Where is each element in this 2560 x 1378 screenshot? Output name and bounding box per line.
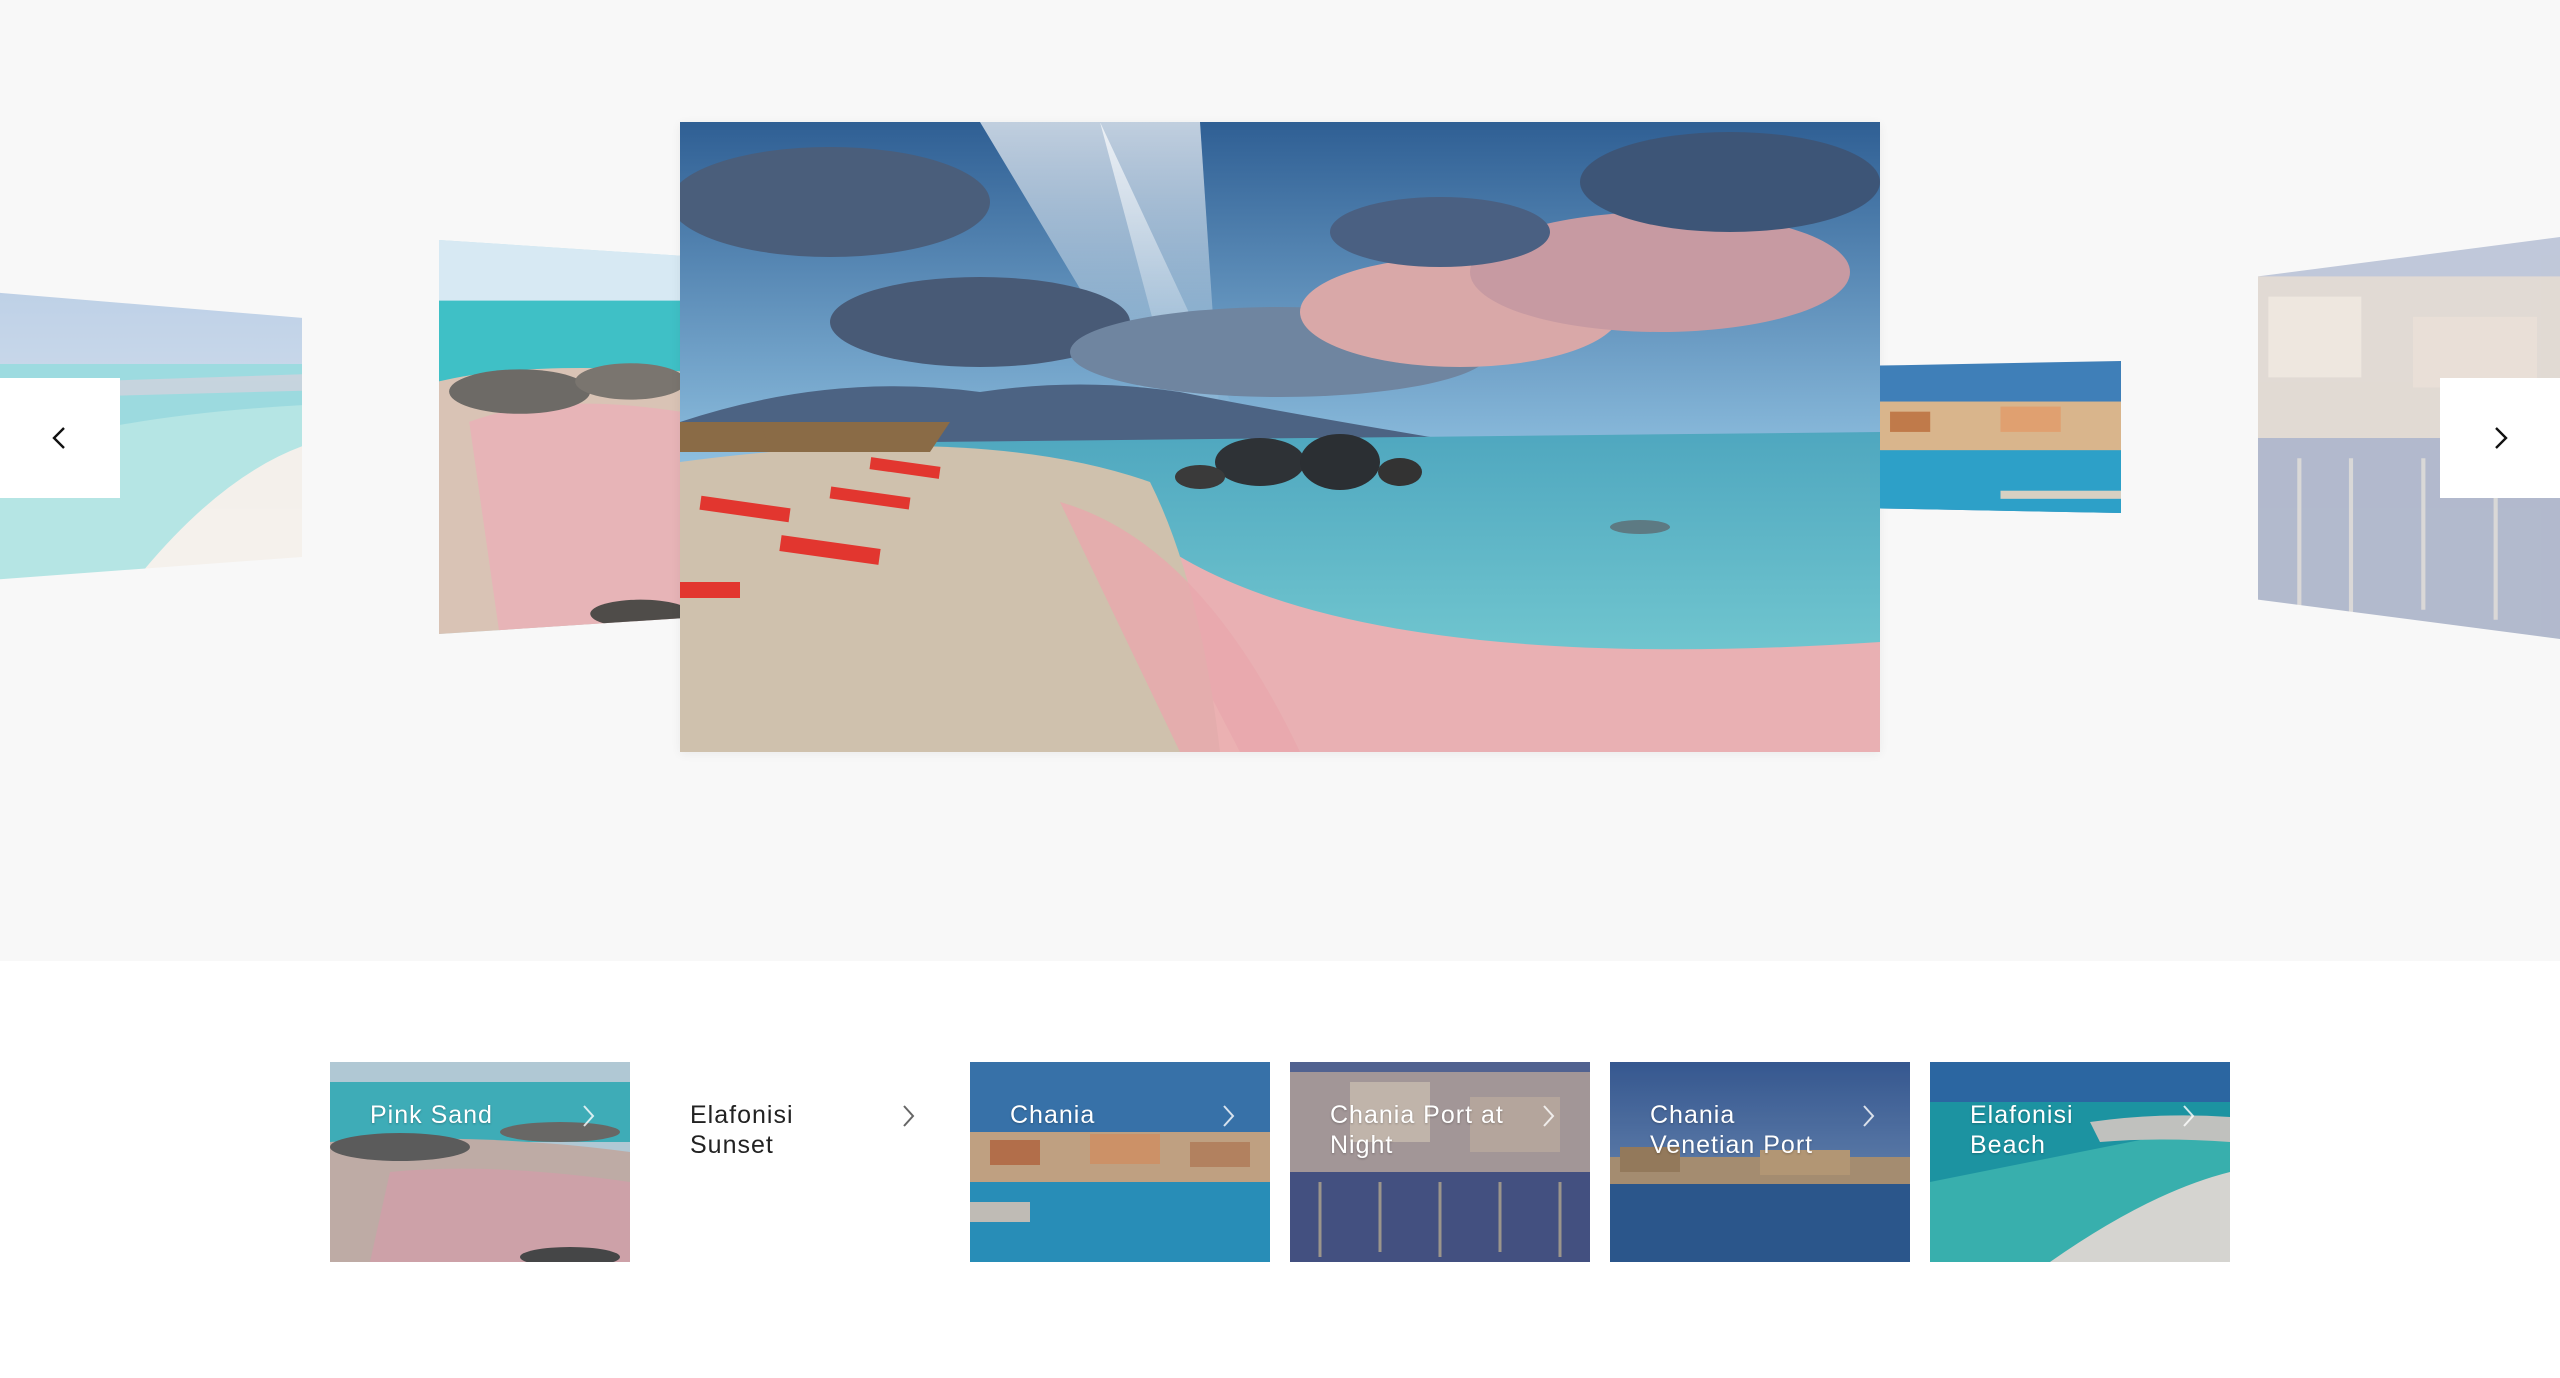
thumbnail-label: Elafonisi Sunset (690, 1101, 794, 1159)
thumbnail-shade (1610, 1062, 1910, 1262)
thumbnail-shade (970, 1062, 1270, 1262)
slide-elafonisi-sunset[interactable] (680, 122, 1880, 752)
thumbnail-shade (330, 1062, 630, 1262)
thumbnail-label: Chania Venetian Port (1650, 1101, 1814, 1159)
chevron-right-icon (2495, 427, 2508, 449)
chevron-right-icon (1863, 1105, 1875, 1127)
carousel-stage (0, 0, 2560, 961)
thumbnail-shade (1930, 1062, 2230, 1262)
slide-image (1880, 361, 2121, 513)
chevron-right-icon (2183, 1105, 2195, 1127)
thumbnail-shade (1290, 1062, 1590, 1262)
chevron-left-icon (52, 427, 65, 449)
thumbnail-chania[interactable]: Chania (970, 1062, 1270, 1262)
chevron-right-icon (1543, 1105, 1555, 1127)
thumbnail-label: Chania Port at Night (1330, 1101, 1504, 1159)
thumbnail-chania-port-at-night[interactable]: Chania Port at Night (1290, 1062, 1590, 1262)
thumbnail-pink-sand[interactable]: Pink Sand (330, 1062, 630, 1262)
thumbnail-elafonisi-sunset[interactable]: Elafonisi Sunset (650, 1062, 950, 1262)
carousel-next-button[interactable] (2440, 378, 2560, 498)
slide-pink-sand[interactable] (439, 240, 681, 634)
slide-image (439, 240, 681, 634)
thumbnail-chania-venetian-port[interactable]: Chania Venetian Port (1610, 1062, 1910, 1262)
chevron-right-icon (1223, 1105, 1235, 1127)
thumbnail-elafonisi-beach[interactable]: Elafonisi Beach (1930, 1062, 2230, 1262)
chevron-right-icon (903, 1105, 915, 1127)
slide-chania[interactable] (1880, 361, 2121, 513)
thumbnail-label: Chania (1010, 1101, 1096, 1129)
thumbnail-label: Pink Sand (370, 1101, 493, 1129)
chevron-right-icon (583, 1105, 595, 1127)
thumbnail-label: Elafonisi Beach (1970, 1101, 2074, 1159)
thumbnail-strip: Pink Sand Elafonisi Sunset Chania Chania… (330, 1062, 2230, 1262)
slide-image (680, 122, 1880, 752)
carousel-prev-button[interactable] (0, 378, 120, 498)
